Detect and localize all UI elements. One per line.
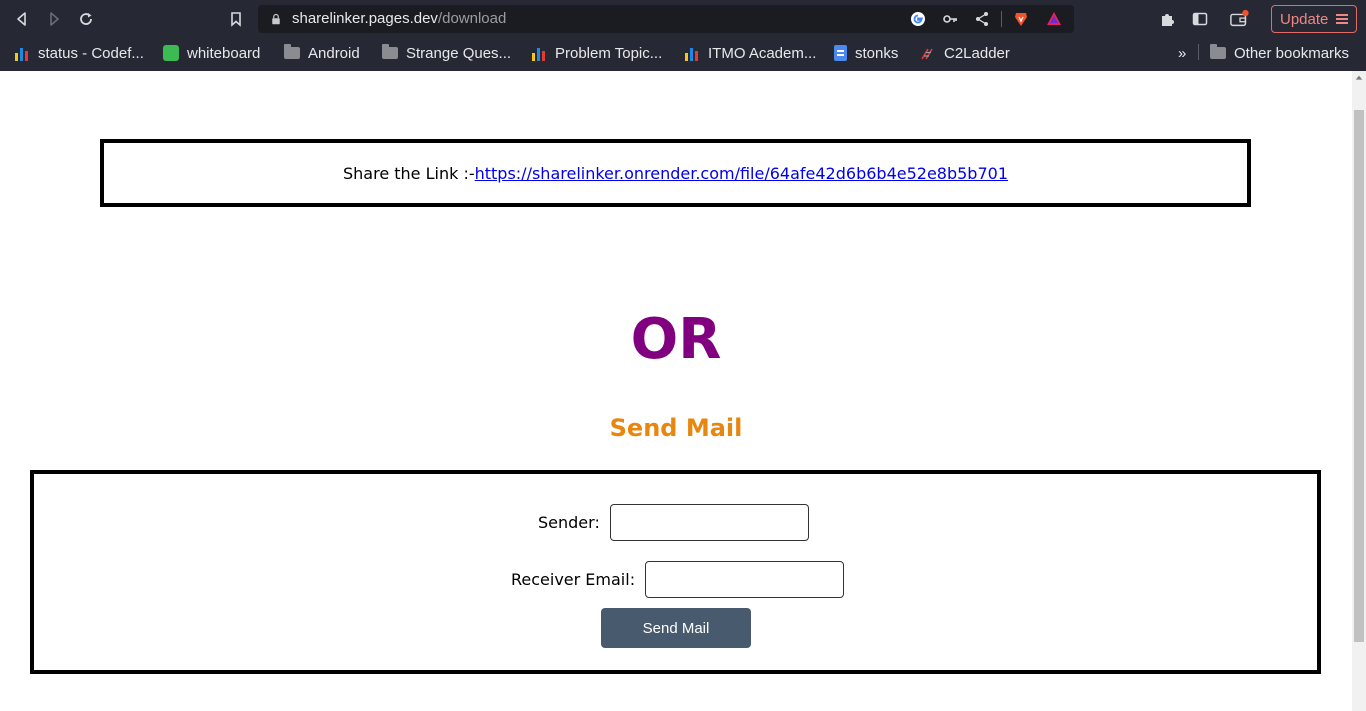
url-host: sharelinker.pages.dev	[292, 10, 438, 27]
folder-icon	[284, 44, 300, 59]
page-content: Share the Link :- https://sharelinker.onr…	[0, 71, 1352, 711]
reload-icon[interactable]	[75, 8, 97, 30]
back-icon[interactable]	[11, 8, 33, 30]
receiver-email-input[interactable]	[645, 561, 845, 598]
whiteboard-icon	[163, 45, 179, 61]
scrollbar-thumb[interactable]	[1354, 110, 1364, 642]
bookmark-c2ladder[interactable]: C2Ladder	[920, 43, 1010, 63]
key-icon[interactable]	[942, 11, 958, 27]
receiver-email-label: Receiver Email:	[511, 570, 636, 589]
divider	[1001, 11, 1002, 27]
send-mail-button[interactable]: Send Mail	[601, 608, 751, 648]
bookmark-label: whiteboard	[187, 44, 261, 62]
folder-icon	[382, 44, 398, 59]
brave-rewards-icon[interactable]	[1046, 11, 1062, 27]
bookmark-itmo-academy[interactable]: ITMO Academ...	[684, 43, 816, 63]
sender-label: Sender:	[538, 513, 600, 532]
scroll-up-icon[interactable]	[1354, 73, 1364, 83]
receiver-row: Receiver Email:	[511, 561, 845, 598]
send-mail-heading: Send Mail	[609, 414, 743, 442]
bar-chart-icon	[531, 45, 547, 61]
bookmark-label: C2Ladder	[944, 44, 1010, 62]
bookmark-label: status - Codef...	[38, 44, 144, 62]
bookmark-status-codeforces[interactable]: status - Codef...	[14, 43, 144, 63]
sidebar-icon[interactable]	[1190, 9, 1210, 29]
bookmark-stonks[interactable]: stonks	[834, 43, 898, 63]
menu-icon	[1336, 12, 1349, 26]
update-button[interactable]: Update	[1271, 5, 1357, 33]
google-icon[interactable]	[910, 11, 926, 27]
sender-input[interactable]	[609, 504, 809, 541]
browser-toolbar: sharelinker.pages.dev/download Update	[0, 0, 1366, 38]
send-mail-form: Sender: Receiver Email: Send Mail	[30, 470, 1321, 674]
bar-chart-icon	[684, 45, 700, 61]
update-label: Update	[1280, 10, 1329, 28]
bookmark-whiteboard[interactable]: whiteboard	[163, 43, 260, 63]
bookmark-label: ITMO Academ...	[708, 44, 817, 62]
bookmark-strange-questions[interactable]: Strange Ques...	[382, 43, 511, 63]
extensions-icon[interactable]	[1157, 9, 1177, 29]
share-link[interactable]: https://sharelinker.onrender.com/file/64…	[475, 164, 1008, 183]
bookmark-android[interactable]: Android	[284, 43, 360, 63]
folder-icon	[1210, 44, 1226, 59]
share-link-prefix: Share the Link :-	[342, 163, 475, 183]
bookmark-label: Problem Topic...	[555, 44, 663, 62]
url-text[interactable]: sharelinker.pages.dev/download	[292, 10, 506, 27]
ladder-icon	[920, 45, 936, 61]
bookmark-problem-topics[interactable]: Problem Topic...	[531, 43, 662, 63]
divider	[1198, 44, 1199, 60]
bar-chart-icon	[14, 45, 30, 61]
or-heading: OR	[630, 307, 722, 372]
share-link-box: Share the Link :- https://sharelinker.onr…	[100, 139, 1251, 207]
other-bookmarks-label: Other bookmarks	[1234, 44, 1350, 62]
url-path: /download	[437, 10, 507, 27]
forward-icon[interactable]	[43, 8, 65, 30]
bookmark-label: stonks	[855, 44, 899, 62]
brave-shield-icon[interactable]	[1013, 11, 1029, 27]
bookmark-label: Android	[308, 44, 360, 62]
bookmark-label: Strange Ques...	[406, 44, 512, 62]
address-bar[interactable]: sharelinker.pages.dev/download	[258, 5, 1074, 33]
overflow-label: »	[1178, 44, 1187, 62]
bookmark-icon[interactable]	[225, 8, 247, 30]
sender-row: Sender:	[538, 504, 809, 541]
wallet-icon[interactable]	[1230, 9, 1250, 29]
bookmarks-overflow-button[interactable]: »	[1178, 43, 1186, 63]
doc-icon	[834, 45, 847, 61]
lock-icon[interactable]	[268, 11, 284, 27]
other-bookmarks[interactable]: Other bookmarks	[1210, 43, 1349, 63]
share-icon[interactable]	[974, 11, 990, 27]
